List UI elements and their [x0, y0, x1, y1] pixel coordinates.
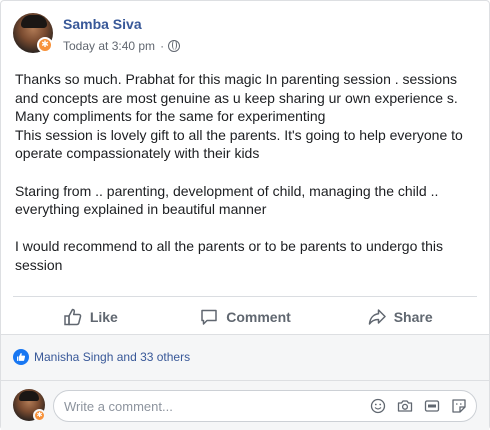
- actions-divider: [13, 296, 477, 297]
- author-avatar[interactable]: ✱: [13, 13, 53, 53]
- author-name[interactable]: Samba Siva: [63, 16, 142, 32]
- share-button[interactable]: Share: [322, 302, 477, 332]
- action-bar: Like Comment Share: [13, 302, 477, 332]
- comment-composer: ✱: [1, 380, 489, 430]
- comment-label: Comment: [226, 309, 291, 325]
- comment-box: [53, 390, 477, 422]
- reaction-summary[interactable]: Manisha Singh and 33 others: [13, 349, 190, 365]
- comment-bubble-icon: [201, 309, 217, 325]
- post-line: Many compliments for the same for experi…: [15, 108, 326, 125]
- comment-tools: [360, 397, 468, 415]
- globe-icon[interactable]: [168, 40, 181, 52]
- commenter-avatar[interactable]: ✱: [13, 389, 46, 422]
- post-timestamp[interactable]: Today at 3:40 pm: [63, 39, 155, 53]
- post-header: ✱ Samba Siva Today at 3:40 pm ·: [13, 13, 473, 55]
- comment-input[interactable]: [64, 391, 354, 421]
- sticker-icon[interactable]: [450, 397, 468, 415]
- camera-icon[interactable]: [396, 397, 414, 415]
- post-line: I would recommend to all the parents or …: [15, 238, 444, 273]
- gif-icon[interactable]: [423, 397, 441, 415]
- share-label: Share: [393, 309, 433, 325]
- post-line: Staring from .. parenting, development o…: [15, 182, 439, 218]
- commenter-badge-icon: ✱: [33, 409, 46, 422]
- like-label: Like: [89, 309, 118, 325]
- post-card: ✱ Samba Siva Today at 3:40 pm · Thanks s…: [0, 0, 490, 430]
- post-text: Thanks so much. Prabhat for this magic I…: [15, 70, 477, 275]
- post-line: Thanks so much. Prabhat for this magic I…: [15, 71, 458, 106]
- reactions-bar: Manisha Singh and 33 others: [1, 334, 489, 380]
- share-arrow-icon: [368, 309, 386, 325]
- emoji-icon[interactable]: [369, 397, 387, 415]
- like-reaction-icon: [13, 349, 29, 365]
- like-button[interactable]: Like: [13, 302, 168, 332]
- post-meta: Today at 3:40 pm ·: [63, 39, 181, 53]
- comment-button[interactable]: Comment: [168, 302, 323, 332]
- thumbs-up-icon: [64, 308, 82, 326]
- avatar-badge-icon: ✱: [37, 37, 53, 53]
- reaction-count-text[interactable]: Manisha Singh and 33 others: [34, 350, 190, 364]
- post-line: This session is lovely gift to all the p…: [15, 126, 463, 162]
- meta-separator: ·: [160, 39, 165, 53]
